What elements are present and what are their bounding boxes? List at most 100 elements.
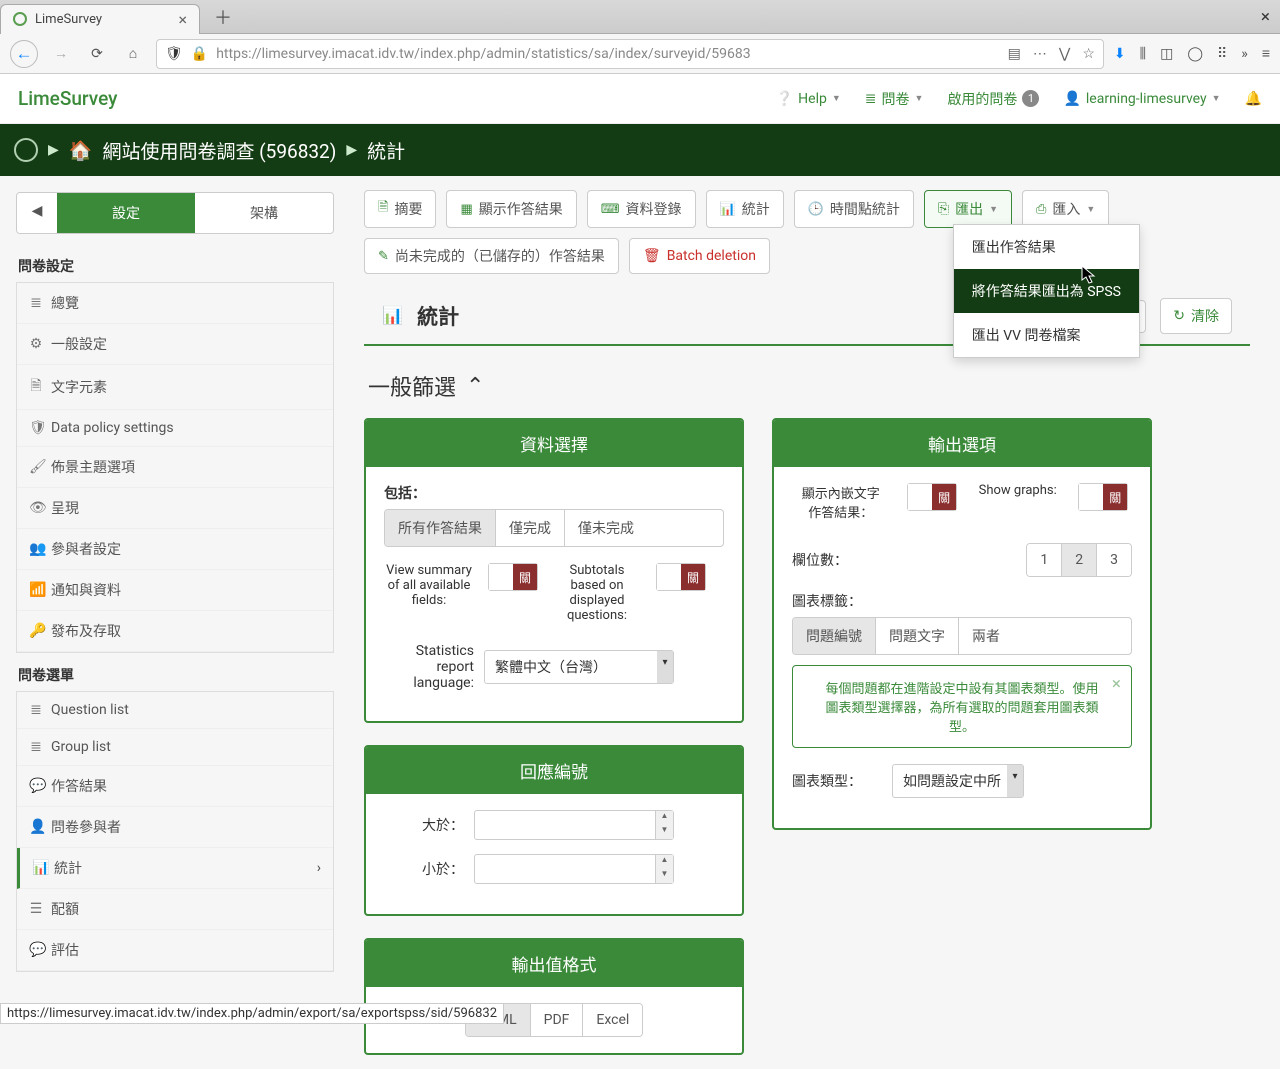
sidebar-item-notifications[interactable]: 📶通知與資料 — [17, 570, 333, 611]
url-text: https://limesurvey.imacat.idv.tw/index.p… — [216, 46, 999, 62]
opt-incomplete[interactable]: 僅未完成 — [565, 510, 647, 546]
trash-icon: 🗑 — [643, 248, 661, 264]
shield-icon[interactable]: 🛡 — [165, 46, 183, 62]
gt-input[interactable]: ▲▼ — [474, 810, 674, 840]
new-tab-button[interactable]: ＋ — [206, 4, 240, 30]
sidebar-item-participants[interactable]: 👥參與者設定 — [17, 529, 333, 570]
labels-label: 圖表標籤： — [792, 591, 1132, 611]
user-menu[interactable]: 👤 learning-limesurvey ▼ — [1063, 91, 1220, 107]
fmt-pdf[interactable]: PDF — [531, 1004, 584, 1036]
menu-icon[interactable]: ≡ — [1262, 45, 1270, 62]
sidebar-item-text[interactable]: 🗎文字元素 — [17, 365, 333, 410]
sidebar-item-grouplist[interactable]: ≣Group list — [17, 729, 333, 766]
lbl-text[interactable]: 問題文字 — [876, 618, 959, 654]
chart-icon: 📊 — [382, 306, 403, 326]
lbl-both[interactable]: 兩者 — [959, 618, 1013, 654]
tb-saved[interactable]: ✎尚未完成的（已儲存的）作答結果 — [364, 238, 619, 274]
lt-input[interactable]: ▲▼ — [474, 854, 674, 884]
sidebar-item-quotas[interactable]: ☰配額 — [17, 889, 333, 930]
clear-button[interactable]: ↻清除 — [1160, 298, 1232, 334]
sidebar: ◀ 設定 架構 問卷設定 ≣總覽 ⚙一般設定 🗎文字元素 🛡Data polic… — [0, 176, 350, 988]
sidebar-icon[interactable]: ◫ — [1160, 46, 1173, 62]
tb-stats[interactable]: 📊統計 — [706, 190, 784, 228]
sidebar-collapse-button[interactable]: ◀ — [17, 193, 57, 233]
nav-forward-button: → — [48, 41, 74, 67]
sidebar-item-participants[interactable]: 👤問卷參與者 — [17, 807, 333, 848]
surveys-menu[interactable]: ≣ 問卷 ▼ — [865, 89, 924, 109]
opt-all[interactable]: 所有作答結果 — [385, 510, 496, 546]
spin-down-icon[interactable]: ▼ — [656, 869, 673, 883]
lbl-code[interactable]: 問題編號 — [793, 618, 876, 654]
filter-section-title[interactable]: 一般篩選 ⌃ — [364, 364, 1250, 418]
view-summary-toggle[interactable]: 關 — [488, 563, 538, 591]
comment-icon: 💬 — [29, 778, 43, 794]
tab-title: LimeSurvey — [35, 12, 170, 27]
browser-tab[interactable]: LimeSurvey × — [0, 4, 200, 34]
close-icon[interactable]: × — [1112, 674, 1121, 694]
chart-type-label: 圖表類型： — [792, 771, 882, 791]
ls-logo-icon[interactable] — [14, 138, 38, 162]
dd-export-spss[interactable]: 將作答結果匯出為 SPSS — [954, 269, 1139, 313]
sidebar-item-statistics[interactable]: 📊統計› — [17, 848, 333, 889]
chart-type-select[interactable]: 如問題設定中所▾ — [892, 764, 1024, 798]
spin-up-icon[interactable]: ▲ — [656, 855, 673, 869]
sidebar-item-datapolicy[interactable]: 🛡Data policy settings — [17, 410, 333, 447]
gt-label: 大於： — [384, 815, 464, 835]
nav-reload-button[interactable]: ⟳ — [84, 41, 110, 67]
apps-icon[interactable]: ⠿ — [1217, 46, 1227, 62]
spin-up-icon[interactable]: ▲ — [656, 811, 673, 825]
more-icon[interactable]: ⋯ — [1033, 46, 1047, 62]
nav-home-button[interactable]: ⌂ — [120, 41, 146, 67]
bookmark-icon[interactable]: ☆ — [1082, 46, 1095, 62]
lang-select[interactable]: 繁體中文（台灣）▾ — [484, 650, 674, 684]
reader-icon[interactable]: ▤ — [1008, 46, 1021, 62]
fmt-excel[interactable]: Excel — [583, 1004, 642, 1036]
sidebar-heading-menu: 問卷選單 — [16, 653, 334, 691]
subtotals-toggle[interactable]: 關 — [656, 563, 706, 591]
breadcrumb-survey[interactable]: 網站使用問卷調查 (596832) — [102, 137, 336, 164]
download-icon[interactable]: ⬇ — [1114, 46, 1126, 62]
overflow-icon[interactable]: » — [1241, 46, 1248, 62]
sidebar-item-publication[interactable]: 🔑發布及存取 — [17, 611, 333, 652]
app-logo[interactable]: LimeSurvey — [18, 87, 117, 110]
active-surveys-link[interactable]: 啟用的問卷 1 — [947, 89, 1039, 109]
sidebar-tab-structure[interactable]: 架構 — [195, 193, 333, 233]
graphs-toggle[interactable]: 關 — [1078, 483, 1128, 511]
col-2[interactable]: 2 — [1062, 544, 1097, 576]
lock-icon[interactable]: 🔒 — [191, 46, 208, 62]
library-icon[interactable]: ⫼ — [1140, 46, 1146, 62]
sidebar-item-presentation[interactable]: 👁呈現 — [17, 488, 333, 529]
help-menu[interactable]: ❔ Help ▼ — [776, 91, 841, 107]
tb-dataentry[interactable]: ⌨資料登錄 — [587, 190, 696, 228]
dd-export-vv[interactable]: 匯出 VV 問卷檔案 — [954, 313, 1139, 357]
account-icon[interactable]: ◯ — [1187, 46, 1203, 62]
sidebar-item-overview[interactable]: ≣總覽 — [17, 283, 333, 324]
tb-summary[interactable]: 🗎摘要 — [364, 190, 436, 228]
tb-batch-delete[interactable]: 🗑Batch deletion — [629, 238, 770, 274]
sidebar-item-responses[interactable]: 💬作答結果 — [17, 766, 333, 807]
sidebar-item-general[interactable]: ⚙一般設定 — [17, 324, 333, 365]
sidebar-tab-settings[interactable]: 設定 — [57, 193, 195, 233]
sidebar-item-theme[interactable]: 🖌佈景主題選項 — [17, 447, 333, 488]
url-bar[interactable]: 🛡 🔒 https://limesurvey.imacat.idv.tw/ind… — [156, 39, 1104, 69]
window-close-icon[interactable]: × — [1261, 7, 1270, 27]
tab-close-icon[interactable]: × — [178, 10, 187, 29]
notifications-icon[interactable]: 🔔 — [1245, 91, 1262, 107]
sidebar-item-assessment[interactable]: 💬評估 — [17, 930, 333, 971]
tb-export-dropdown[interactable]: ⎘匯出▼ — [924, 190, 1012, 228]
dropdown-arrow-icon: ▾ — [657, 651, 673, 683]
opt-complete[interactable]: 僅完成 — [496, 510, 565, 546]
tb-display[interactable]: ▦顯示作答結果 — [446, 190, 576, 228]
col-3[interactable]: 3 — [1097, 544, 1131, 576]
sidebar-item-questionlist[interactable]: ≣Question list — [17, 692, 333, 729]
home-icon[interactable]: 🏠 — [69, 139, 93, 162]
tb-timing[interactable]: 🕒時間點統計 — [794, 190, 914, 228]
nav-back-button[interactable]: ← — [10, 40, 38, 68]
col-1[interactable]: 1 — [1027, 544, 1062, 576]
draft-icon: ✎ — [378, 249, 389, 264]
spin-down-icon[interactable]: ▼ — [656, 825, 673, 839]
pocket-icon[interactable]: ⋁ — [1059, 46, 1070, 62]
dd-export-responses[interactable]: 匯出作答結果 — [954, 225, 1139, 269]
tb-import-dropdown[interactable]: ⎙匯入▼ — [1022, 190, 1109, 228]
inline-toggle[interactable]: 關 — [907, 483, 957, 511]
